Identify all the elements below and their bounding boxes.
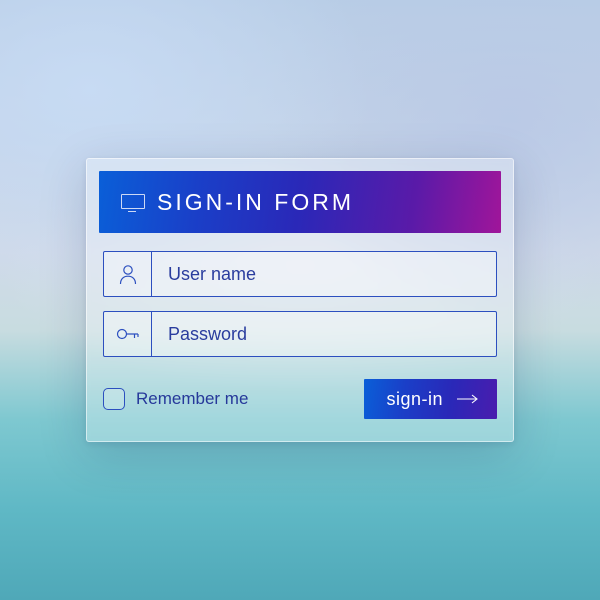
form-footer: Remember me sign-in bbox=[99, 371, 501, 429]
remember-me[interactable]: Remember me bbox=[103, 388, 248, 410]
signin-header: SIGN-IN FORM bbox=[99, 171, 501, 233]
password-input[interactable] bbox=[152, 312, 496, 356]
arrow-right-icon bbox=[457, 394, 479, 404]
monitor-icon bbox=[121, 194, 143, 210]
header-title: SIGN-IN FORM bbox=[157, 189, 354, 216]
username-input[interactable] bbox=[152, 252, 496, 296]
user-icon bbox=[104, 252, 152, 296]
signin-button[interactable]: sign-in bbox=[364, 379, 497, 419]
signin-button-label: sign-in bbox=[386, 389, 443, 410]
password-field bbox=[103, 311, 497, 357]
username-field bbox=[103, 251, 497, 297]
key-icon bbox=[104, 312, 152, 356]
remember-checkbox[interactable] bbox=[103, 388, 125, 410]
fields-container bbox=[99, 233, 501, 357]
signin-card: SIGN-IN FORM bbox=[86, 158, 514, 442]
remember-label: Remember me bbox=[136, 389, 248, 409]
